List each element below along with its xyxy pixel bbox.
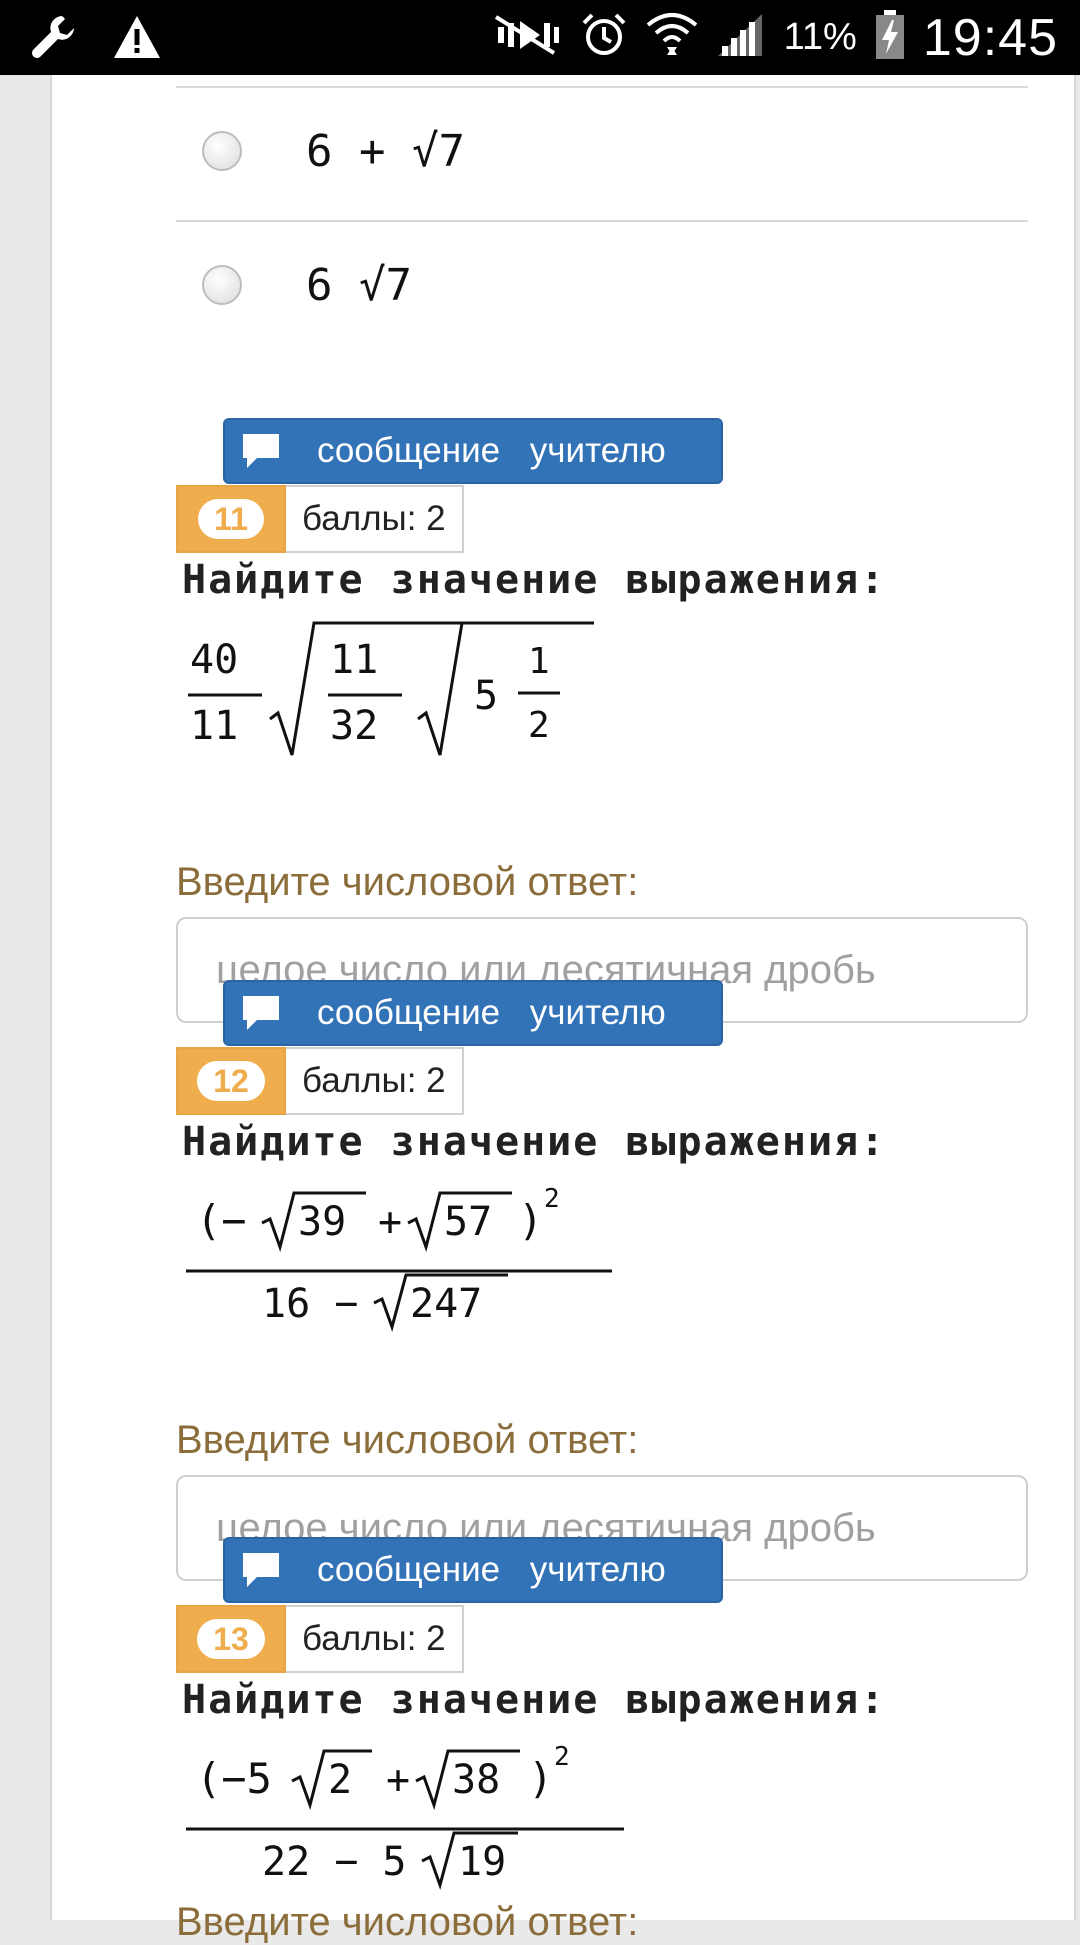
formula-part: 22 − 5	[262, 1839, 407, 1885]
message-teacher-button[interactable]: сообщение учителю	[223, 980, 723, 1046]
formula-part: 247	[410, 1281, 482, 1327]
formula-part: 11	[190, 703, 238, 749]
message-teacher-button[interactable]: сообщение учителю	[223, 1537, 723, 1603]
option-row[interactable]: 6 √7	[202, 245, 412, 325]
status-bar: 11% 19:45	[0, 0, 1080, 75]
formula-part: 2	[554, 1742, 570, 1772]
question-formula: (− 39 + 57 ) 2 16 − 247	[182, 1175, 642, 1340]
option-formula: 6 √7	[306, 259, 412, 311]
speech-bubble-icon	[241, 1550, 285, 1590]
radio-button[interactable]	[202, 265, 242, 305]
formula-part: 5	[474, 673, 498, 719]
answer-label: Введите числовой ответ:	[176, 1900, 639, 1944]
message-teacher-label: сообщение учителю	[317, 1550, 666, 1589]
clock: 19:45	[922, 8, 1058, 67]
radio-button[interactable]	[202, 131, 242, 171]
warning-icon	[112, 14, 162, 65]
option-formula: 6 + √7	[306, 125, 465, 177]
question-header: 11 баллы: 2	[176, 485, 464, 553]
battery-icon	[875, 10, 905, 65]
battery-percent: 11%	[783, 16, 857, 58]
formula-part: 11	[330, 637, 378, 683]
question-points: баллы: 2	[286, 1605, 464, 1673]
formula-part: 32	[330, 703, 378, 749]
speech-bubble-icon	[241, 993, 285, 1033]
quiz-content: 6 + √7 6 √7 сообщение учителю 11 баллы: …	[50, 75, 1076, 1944]
formula-part: 38	[452, 1757, 500, 1803]
wifi-icon	[646, 11, 698, 64]
formula-part: 19	[458, 1839, 506, 1885]
formula-part: )	[518, 1196, 543, 1245]
question-number-badge: 12	[176, 1047, 286, 1115]
mute-icon	[492, 13, 562, 62]
formula-part: 40	[190, 637, 238, 683]
question-points: баллы: 2	[286, 1047, 464, 1115]
formula-part: 16 −	[262, 1281, 358, 1327]
formula-part: 2	[544, 1184, 560, 1214]
formula-part: 39	[298, 1199, 346, 1245]
signal-icon	[716, 12, 766, 63]
message-teacher-button[interactable]: сообщение учителю	[223, 418, 723, 484]
question-points: баллы: 2	[286, 485, 464, 553]
message-teacher-label: сообщение учителю	[317, 431, 666, 470]
wrench-icon	[28, 12, 78, 67]
alarm-icon	[580, 11, 628, 64]
option-row[interactable]: 6 + √7	[202, 111, 465, 191]
formula-part: (−	[196, 1196, 247, 1245]
divider	[176, 220, 1028, 222]
question-prompt: Найдите значение выражения:	[182, 557, 887, 603]
formula-part: 57	[444, 1199, 492, 1245]
question-prompt: Найдите значение выражения:	[182, 1119, 887, 1165]
speech-bubble-icon	[241, 431, 285, 471]
answer-label: Введите числовой ответ:	[176, 860, 639, 904]
question-prompt: Найдите значение выражения:	[182, 1677, 887, 1723]
formula-part: +	[386, 1757, 410, 1803]
formula-part: (−5	[196, 1754, 272, 1803]
question-formula: 40 11 11 32 5 1 2	[182, 615, 602, 770]
divider	[176, 86, 1028, 88]
question-header: 13 баллы: 2	[176, 1605, 464, 1673]
answer-label: Введите числовой ответ:	[176, 1418, 639, 1462]
question-number-badge: 13	[176, 1605, 286, 1673]
question-formula: (−5 2 + 38 ) 2 22 − 5 19	[182, 1733, 642, 1898]
formula-part: )	[528, 1754, 553, 1803]
formula-part: 1	[528, 641, 550, 682]
formula-part: 2	[328, 1757, 352, 1803]
message-teacher-label: сообщение учителю	[317, 993, 666, 1032]
question-header: 12 баллы: 2	[176, 1047, 464, 1115]
formula-part: 2	[528, 705, 550, 746]
formula-part: +	[378, 1199, 402, 1245]
question-number-badge: 11	[176, 485, 286, 553]
